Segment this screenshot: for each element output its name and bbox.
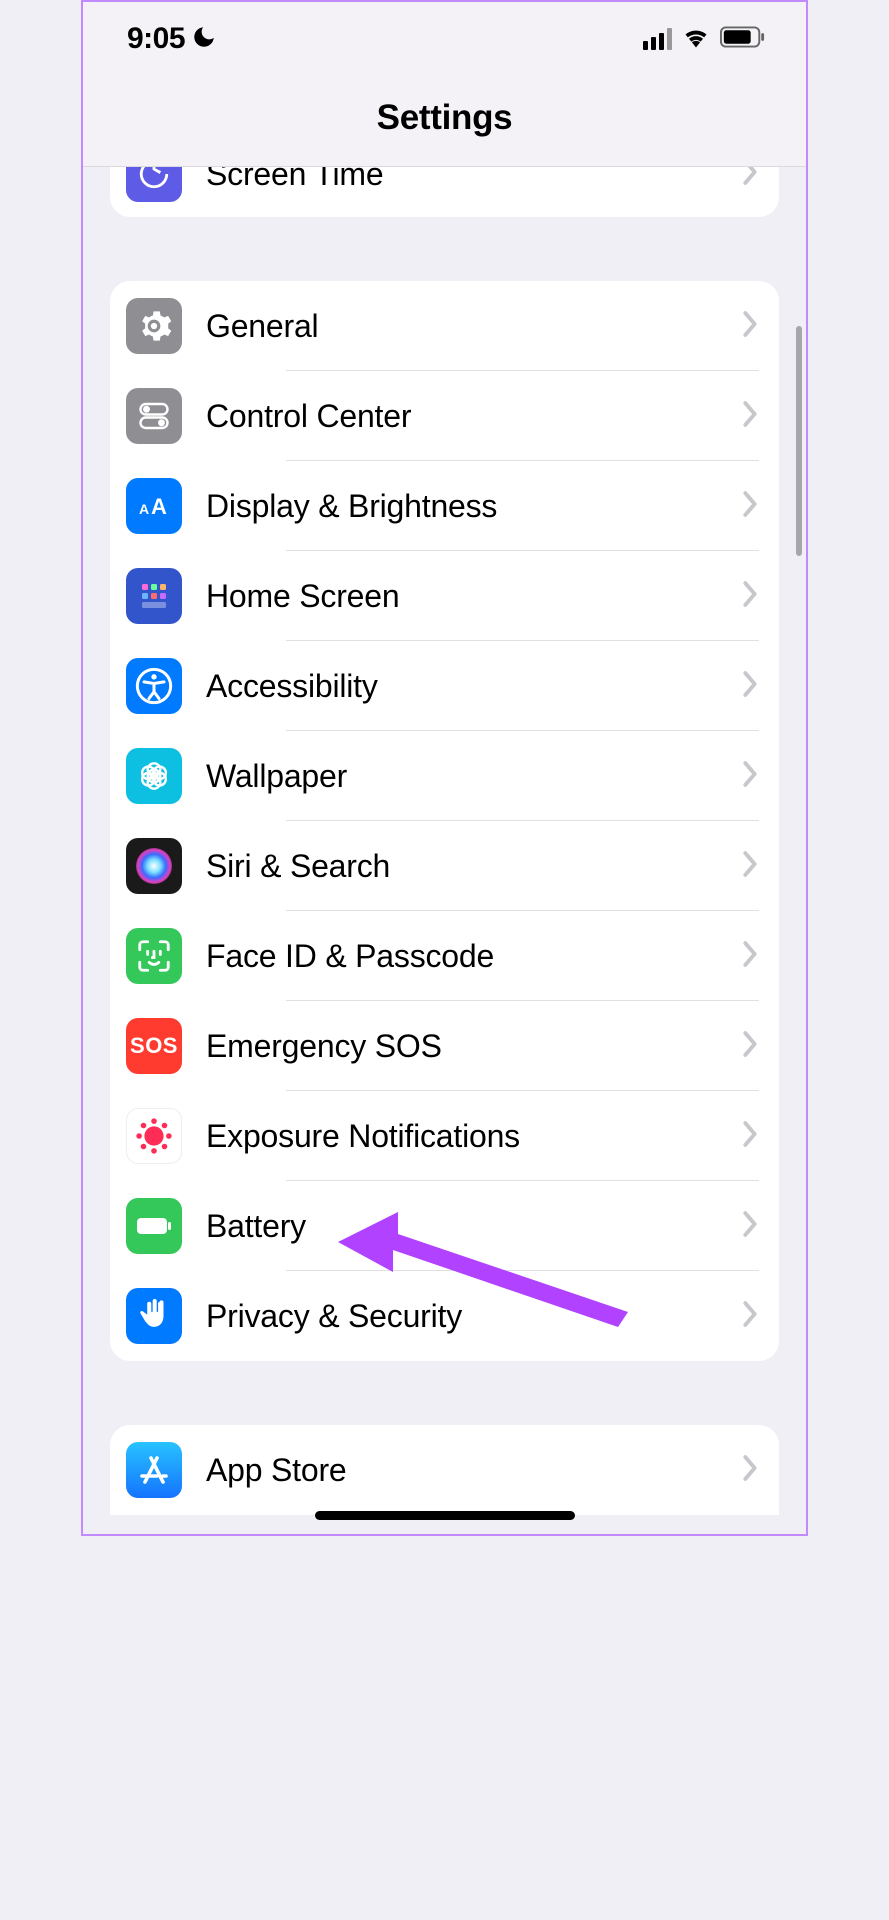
row-label: Privacy & Security <box>206 1298 741 1335</box>
home-indicator[interactable] <box>315 1511 575 1520</box>
row-label: Control Center <box>206 398 741 435</box>
chevron-right-icon <box>741 670 759 703</box>
scroll-indicator[interactable] <box>796 326 802 556</box>
toggles-icon <box>126 388 182 444</box>
chevron-right-icon <box>741 1454 759 1487</box>
row-home-screen[interactable]: Home Screen <box>110 551 779 641</box>
row-wallpaper[interactable]: Wallpaper <box>110 731 779 821</box>
gear-icon <box>126 298 182 354</box>
settings-group-0: Screen Time <box>110 167 779 217</box>
row-label: Siri & Search <box>206 848 741 885</box>
chevron-right-icon <box>741 760 759 793</box>
chevron-right-icon <box>741 310 759 343</box>
chevron-right-icon <box>741 940 759 973</box>
chevron-right-icon <box>741 490 759 523</box>
row-label: Face ID & Passcode <box>206 938 741 975</box>
svg-text:A: A <box>139 501 149 517</box>
chevron-right-icon <box>741 400 759 433</box>
exposure-icon <box>126 1108 182 1164</box>
row-label: Accessibility <box>206 668 741 705</box>
row-label: General <box>206 308 741 345</box>
row-accessibility[interactable]: Accessibility <box>110 641 779 731</box>
chevron-right-icon <box>741 1120 759 1153</box>
moon-icon <box>191 24 217 55</box>
battery-icon <box>720 26 766 53</box>
row-label: Emergency SOS <box>206 1028 741 1065</box>
settings-group-2: App Store <box>110 1425 779 1515</box>
chevron-right-icon <box>741 850 759 883</box>
wifi-icon <box>682 26 710 53</box>
chevron-right-icon <box>741 1030 759 1063</box>
page-title: Settings <box>83 98 806 138</box>
sos-icon: SOS <box>126 1018 182 1074</box>
chevron-right-icon <box>741 580 759 613</box>
status-left: 9:05 <box>127 22 217 56</box>
row-label: Screen Time <box>206 167 741 193</box>
status-bar: 9:05 <box>83 2 806 62</box>
row-label: Battery <box>206 1208 741 1245</box>
row-label: Home Screen <box>206 578 741 615</box>
faceid-icon <box>126 928 182 984</box>
chevron-right-icon <box>741 1210 759 1243</box>
chevron-right-icon <box>741 167 759 191</box>
row-app-store[interactable]: App Store <box>110 1425 779 1515</box>
status-right <box>643 26 766 53</box>
accessibility-icon <box>126 658 182 714</box>
siri-icon <box>126 838 182 894</box>
row-exposure-notifications[interactable]: Exposure Notifications <box>110 1091 779 1181</box>
row-battery[interactable]: Battery <box>110 1181 779 1271</box>
row-general[interactable]: General <box>110 281 779 371</box>
row-label: Exposure Notifications <box>206 1118 741 1155</box>
row-label: App Store <box>206 1452 741 1489</box>
row-display-brightness[interactable]: AA Display & Brightness <box>110 461 779 551</box>
status-time: 9:05 <box>127 22 185 56</box>
row-faceid-passcode[interactable]: Face ID & Passcode <box>110 911 779 1001</box>
header: Settings <box>83 62 806 167</box>
screen-time-icon <box>126 167 182 202</box>
appstore-icon <box>126 1442 182 1498</box>
settings-group-1: General Control Center AA Display & Brig… <box>110 281 779 1361</box>
wallpaper-icon <box>126 748 182 804</box>
row-control-center[interactable]: Control Center <box>110 371 779 461</box>
row-label: Wallpaper <box>206 758 741 795</box>
chevron-right-icon <box>741 1300 759 1333</box>
row-label: Display & Brightness <box>206 488 741 525</box>
hand-icon <box>126 1288 182 1344</box>
row-screen-time[interactable]: Screen Time <box>110 167 779 217</box>
text-size-icon: AA <box>126 478 182 534</box>
row-privacy-security[interactable]: Privacy & Security <box>110 1271 779 1361</box>
row-siri-search[interactable]: Siri & Search <box>110 821 779 911</box>
home-grid-icon <box>126 568 182 624</box>
battery-icon <box>126 1198 182 1254</box>
svg-text:A: A <box>151 494 167 519</box>
row-emergency-sos[interactable]: SOS Emergency SOS <box>110 1001 779 1091</box>
cellular-signal-icon <box>643 28 672 50</box>
